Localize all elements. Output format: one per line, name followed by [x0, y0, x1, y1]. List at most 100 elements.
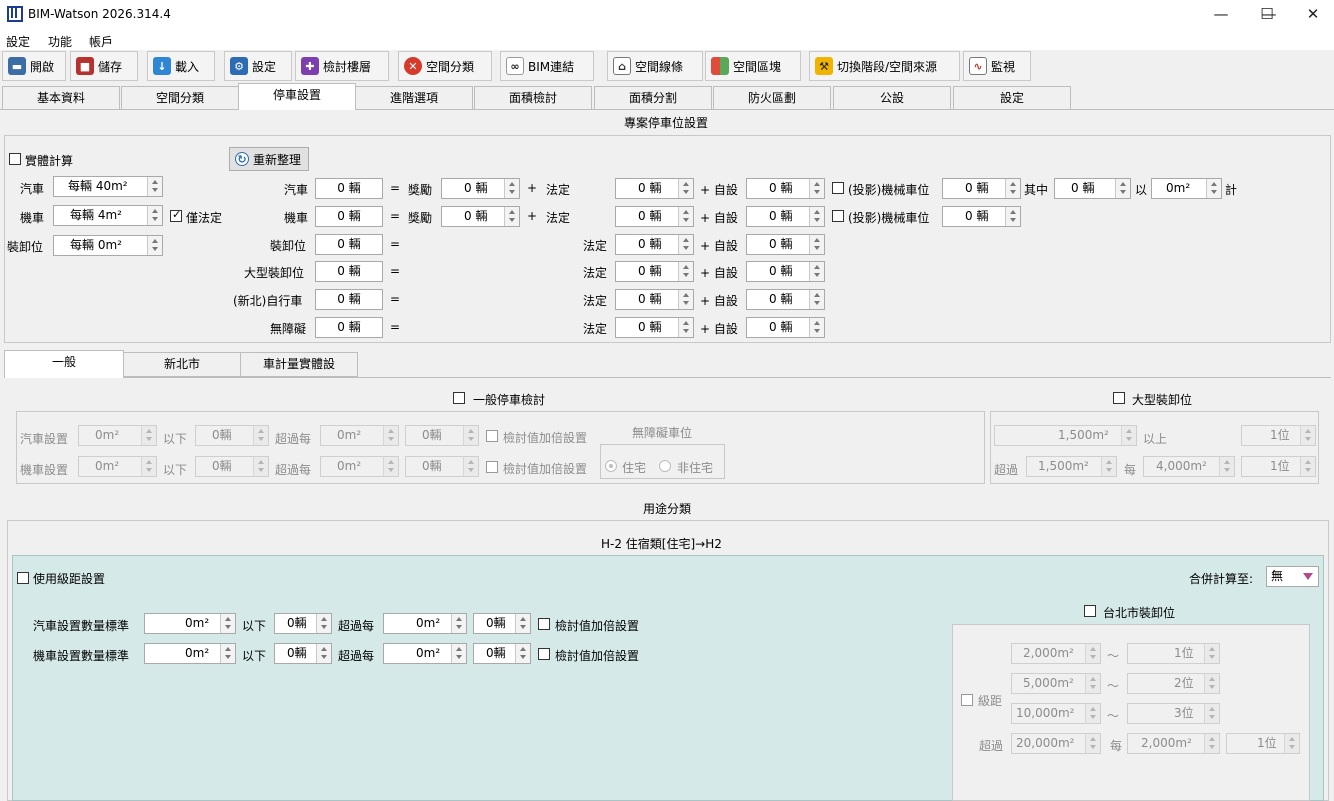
space-classification-button[interactable]: ✕ 空間分類	[398, 51, 492, 81]
general-car-count[interactable]: 0輛	[195, 425, 269, 446]
nonresidential-radio[interactable]	[659, 460, 671, 472]
review-floors-button[interactable]: ✚ 檢討樓層	[295, 51, 389, 81]
space-lines-button[interactable]: ⌂ 空間線條	[607, 51, 703, 81]
large-r2-area2[interactable]: 4,000m²	[1143, 456, 1235, 477]
general-moto-per-area[interactable]: 0m²	[320, 456, 399, 477]
row-car-mech-checkbox[interactable]	[832, 182, 844, 194]
maximize-button[interactable]: ☐	[1244, 0, 1290, 30]
taipei-per-count[interactable]: 1位	[1226, 733, 1300, 754]
moto-area-spinner[interactable]: 每輛 4m²	[53, 205, 163, 226]
row-bicycle-legal-spinner[interactable]: 0 輛	[615, 289, 694, 310]
residential-radio[interactable]	[605, 460, 617, 472]
taipei-grade-checkbox[interactable]	[961, 694, 973, 706]
use-car-per-count[interactable]: 0輛	[473, 613, 531, 634]
subtab-new-taipei[interactable]: 新北市	[123, 352, 241, 377]
row-car-self-label: + 自設	[700, 183, 738, 197]
row-car-among-spinner[interactable]: 0 輛	[1054, 178, 1131, 199]
general-car-per-count[interactable]: 0輛	[405, 425, 479, 446]
menu-account[interactable]: 帳戶	[89, 33, 113, 50]
large-r2-count[interactable]: 1位	[1241, 456, 1316, 477]
general-review-checkbox[interactable]	[453, 392, 465, 404]
tab-basic-data[interactable]: 基本資料	[2, 86, 120, 110]
general-moto-per: 超過每	[275, 463, 312, 477]
load-button[interactable]: ↓ 載入	[147, 51, 215, 81]
loading-area-label: 裝卸位	[7, 240, 44, 254]
row-large-loading-label: 大型裝卸位	[244, 266, 305, 280]
row-car-legal-spinner[interactable]: 0 輛	[615, 178, 694, 199]
physical-calc-checkbox[interactable]	[9, 153, 21, 165]
row-large-loading-legal-spinner[interactable]: 0 輛	[615, 261, 694, 282]
taipei-per-area[interactable]: 2,000m²	[1127, 733, 1220, 754]
use-car-count[interactable]: 0輛	[274, 613, 332, 634]
row-loading-self-spinner[interactable]: 0 輛	[746, 234, 825, 255]
settings-button[interactable]: ⚙ 設定	[224, 51, 292, 81]
use-moto-double-checkbox[interactable]	[538, 648, 550, 660]
close-button[interactable]: ✕	[1290, 0, 1334, 30]
taipei-row2-count[interactable]: 2位	[1127, 673, 1220, 694]
row-large-loading-self-spinner[interactable]: 0 輛	[746, 261, 825, 282]
large-loading-checkbox[interactable]	[1113, 392, 1125, 404]
use-moto-count[interactable]: 0輛	[274, 643, 332, 664]
row-car-with-spinner[interactable]: 0m²	[1151, 178, 1222, 199]
large-r2-area[interactable]: 1,500m²	[1026, 456, 1117, 477]
row-moto-legal-spinner[interactable]: 0 輛	[615, 206, 694, 227]
legal-only-checkbox[interactable]	[170, 208, 182, 222]
row-accessible-self-spinner[interactable]: 0 輛	[746, 317, 825, 338]
row-car-reward-spinner[interactable]: 0 輛	[441, 178, 520, 199]
use-moto-per-area[interactable]: 0m²	[383, 643, 467, 664]
taipei-loading-checkbox[interactable]	[1084, 605, 1096, 617]
refresh-button[interactable]: ↻ 重新整理	[229, 147, 309, 171]
row-moto-reward-spinner[interactable]: 0 輛	[441, 206, 520, 227]
space-blocks-button[interactable]: 空間區塊	[705, 51, 801, 81]
menu-settings[interactable]: 設定	[6, 33, 30, 50]
row-moto-self-spinner[interactable]: 0 輛	[746, 206, 825, 227]
row-moto-mech-spinner[interactable]: 0 輛	[942, 206, 1021, 227]
taipei-row3-area[interactable]: 10,000m²	[1011, 703, 1101, 724]
row-car-self-spinner[interactable]: 0 輛	[746, 178, 825, 199]
tab-public-facilities[interactable]: 公設	[833, 86, 951, 110]
general-car-area[interactable]: 0m²	[78, 425, 157, 446]
row-moto-mech-checkbox[interactable]	[832, 210, 844, 222]
tab-area-split[interactable]: 面積分割	[594, 86, 712, 110]
menu-functions[interactable]: 功能	[48, 33, 72, 50]
row-car-mech-spinner[interactable]: 0 輛	[942, 178, 1021, 199]
minimize-button[interactable]: —	[1198, 0, 1244, 30]
loading-area-spinner[interactable]: 每輛 0m²	[53, 235, 163, 256]
open-button[interactable]: ▬ 開啟	[2, 51, 66, 81]
grade-setting-checkbox[interactable]	[17, 572, 29, 584]
car-area-spinner[interactable]: 每輛 40m²	[53, 176, 163, 197]
taipei-row2-area[interactable]: 5,000m²	[1011, 673, 1101, 694]
use-car-double-checkbox[interactable]	[538, 618, 550, 630]
subtab-general[interactable]: 一般	[4, 350, 124, 378]
general-moto-per-count[interactable]: 0輛	[405, 456, 479, 477]
tab-fire-compartment[interactable]: 防火區劃	[713, 86, 831, 110]
save-button[interactable]: ■ 儲存	[70, 51, 138, 81]
taipei-row1-area[interactable]: 2,000m²	[1011, 643, 1101, 664]
row-accessible-legal-spinner[interactable]: 0 輛	[615, 317, 694, 338]
general-car-per-area[interactable]: 0m²	[320, 425, 399, 446]
general-moto-area[interactable]: 0m²	[78, 456, 157, 477]
bim-link-button[interactable]: ∞ BIM連結	[500, 51, 594, 81]
use-car-area[interactable]: 0m²	[144, 613, 236, 634]
tab-settings[interactable]: 設定	[953, 86, 1071, 110]
taipei-row3-count[interactable]: 3位	[1127, 703, 1220, 724]
general-moto-count[interactable]: 0輛	[195, 456, 269, 477]
monitor-button[interactable]: ∿ 監視	[963, 51, 1031, 81]
taipei-row1-count[interactable]: 1位	[1127, 643, 1220, 664]
tab-parking-settings[interactable]: 停車設置	[238, 83, 356, 110]
use-car-per-area[interactable]: 0m²	[383, 613, 467, 634]
tab-space-classification[interactable]: 空間分類	[121, 86, 239, 110]
general-car-double-checkbox[interactable]	[486, 430, 498, 442]
tab-area-review[interactable]: 面積檢討	[474, 86, 592, 110]
row-loading-legal-spinner[interactable]: 0 輛	[615, 234, 694, 255]
general-moto-double-checkbox[interactable]	[486, 461, 498, 473]
tab-advanced-options[interactable]: 進階選項	[355, 86, 473, 110]
switch-phase-button[interactable]: ⚒ 切換階段/空間來源	[809, 51, 960, 81]
use-moto-per-count[interactable]: 0輛	[473, 643, 531, 664]
large-r1-area[interactable]: 1,500m²	[994, 425, 1137, 446]
taipei-over-area[interactable]: 20,000m²	[1011, 733, 1101, 754]
large-r1-count[interactable]: 1位	[1241, 425, 1316, 446]
subtab-vehicle-physical[interactable]: 車計量實體設	[240, 352, 358, 377]
use-moto-area[interactable]: 0m²	[144, 643, 236, 664]
row-bicycle-self-spinner[interactable]: 0 輛	[746, 289, 825, 310]
